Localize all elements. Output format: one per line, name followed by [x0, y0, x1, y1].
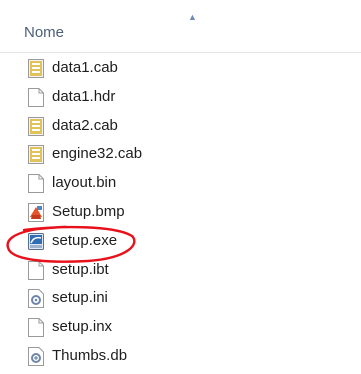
file-name: setup.exe	[52, 231, 118, 249]
file-name: data1.hdr	[52, 87, 116, 105]
file-row-engine32-cab[interactable]: engine32.cab	[0, 140, 361, 169]
file-row-data2-cab[interactable]: data2.cab	[0, 112, 361, 141]
file-name: setup.inx	[52, 318, 113, 336]
file-row-setup-exe[interactable]: setup.exe	[0, 227, 361, 256]
file-name: data2.cab	[52, 116, 118, 134]
file-name: setup.ini	[52, 289, 108, 307]
sort-ascending-icon[interactable]: ▲	[188, 13, 197, 22]
bitmap-image-icon	[28, 202, 44, 222]
blank-file-icon	[28, 174, 44, 194]
file-name: setup.ibt	[52, 260, 109, 278]
cab-archive-icon	[28, 145, 44, 165]
file-row-setup-bmp[interactable]: Setup.bmp	[0, 198, 361, 227]
file-name: Thumbs.db	[52, 346, 128, 364]
cab-archive-icon	[28, 116, 44, 136]
file-row-data1-hdr[interactable]: data1.hdr	[0, 83, 361, 112]
file-row-data1-cab[interactable]: data1.cab	[0, 54, 361, 83]
name-column-header[interactable]: Nome	[24, 24, 64, 41]
blank-file-icon	[28, 260, 44, 280]
cab-archive-icon	[28, 59, 44, 78]
file-row-setup-inx[interactable]: setup.inx	[0, 313, 361, 342]
file-row-layout-bin[interactable]: layout.bin	[0, 169, 361, 198]
file-name: engine32.cab	[52, 145, 143, 163]
file-name: data1.cab	[52, 59, 118, 76]
thumbs-db-icon	[28, 346, 44, 366]
file-row-setup-ibt[interactable]: setup.ibt	[0, 256, 361, 285]
config-settings-icon	[28, 289, 44, 309]
file-name: layout.bin	[52, 174, 117, 192]
file-row-setup-ini[interactable]: setup.ini	[0, 284, 361, 313]
file-name: Setup.bmp	[52, 202, 125, 220]
file-row-thumbs-db[interactable]: Thumbs.db	[0, 342, 361, 371]
blank-file-icon	[28, 87, 44, 107]
installer-exe-icon	[28, 232, 44, 251]
column-header: ▲ Nome	[0, 0, 361, 53]
file-list: data1.cab data1.hdr data2.cab engine32.c…	[0, 54, 361, 371]
blank-file-icon	[28, 318, 44, 338]
